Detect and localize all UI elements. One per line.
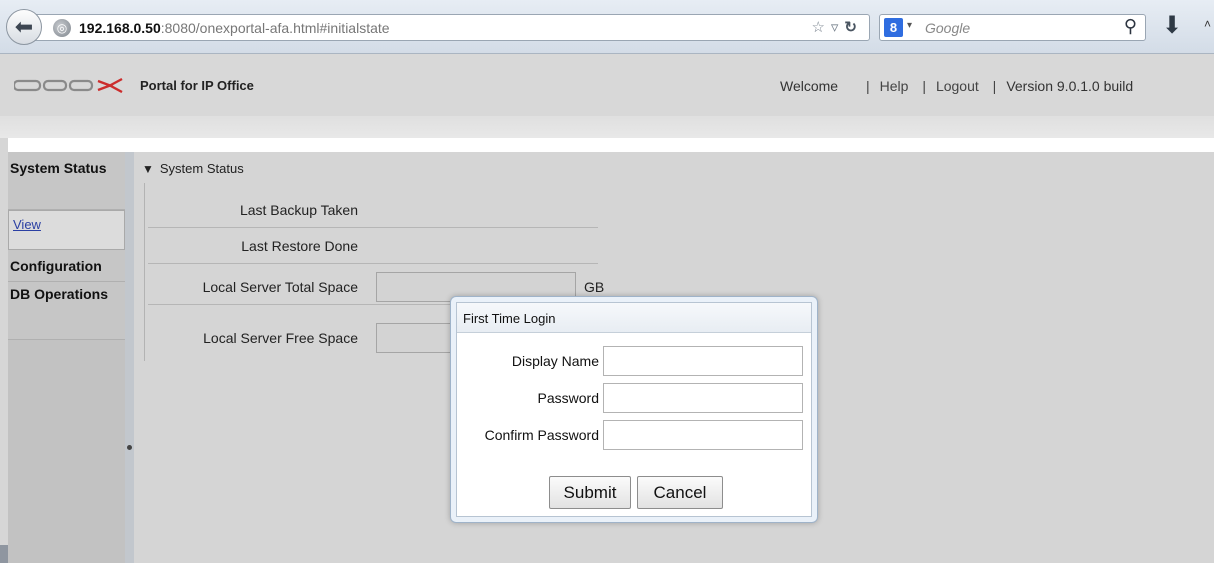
google-icon[interactable]: 8 [884,18,903,37]
window-edge [0,545,8,563]
back-button[interactable]: ⬅ [6,9,42,45]
display-name-label: Display Name [511,353,599,369]
onex-logo [12,76,134,94]
confirm-password-input[interactable] [603,420,803,450]
status-row: Last Backup Taken [148,192,598,228]
url-text[interactable]: 192.168.0.50:8080/onexportal-afa.html#in… [79,20,390,36]
separator: | [922,78,926,94]
search-bar[interactable]: 8 ▾ Google ⚲ [879,14,1146,41]
view-link[interactable]: View [13,217,41,232]
splitter-handle[interactable] [127,445,132,450]
help-link[interactable]: Help [880,78,909,94]
unit-label: GB [584,279,605,295]
app-header: Portal for IP Office Welcome | Help | Logo… [0,54,1214,138]
dialog-title: First Time Login [457,303,811,333]
section-title: System Status [159,161,244,176]
back-arrow-icon: ⬅ [14,14,34,39]
sidebar-item-db-operations[interactable]: DB Operations [8,282,125,340]
row-label: Last Restore Done [241,238,358,254]
separator: | [865,78,870,94]
password-input[interactable] [603,383,803,413]
dropdown-arrow-icon[interactable]: ▿ [831,19,845,36]
separator: | [992,78,997,94]
row-label: Local Server Total Space [202,279,358,295]
dialog-body: First Time Login Display Name Password C… [456,302,812,517]
download-icon[interactable]: ⬇ [1162,11,1182,40]
version-text: Version 9.0.1.0 build [1006,78,1134,94]
onex-logo-icon [12,77,123,94]
cancel-button[interactable]: Cancel [637,476,723,509]
password-row: Password [463,383,803,413]
section-header[interactable]: ▼ System Status [142,161,244,176]
url-actions: ☆▿↻ [811,18,863,36]
sidebar-item-system-status[interactable]: System Status [8,152,125,210]
reload-icon[interactable]: ↻ [844,19,863,36]
row-label: Local Server Free Space [203,330,358,346]
search-icon[interactable]: ⚲ [1124,16,1137,37]
browser-toolbar: ◎ 192.168.0.50:8080/onexportal-afa.html#… [0,0,1214,54]
confirm-password-row: Confirm Password [463,420,803,450]
welcome-text: Welcome [780,78,839,94]
sidebar-item-configuration[interactable]: Configuration [8,250,125,282]
left-edge [0,138,8,563]
logout-link[interactable]: Logout [936,78,979,94]
divider [148,263,598,264]
password-label: Password [537,390,599,406]
sidebar-subitem-view: View [8,210,125,250]
portal-title: Portal for IP Office [140,78,254,93]
chevron-down-icon[interactable]: ▾ [907,20,912,31]
row-label: Last Backup Taken [239,202,358,218]
bookmark-star-icon[interactable]: ☆ [811,19,830,36]
display-name-row: Display Name [463,346,803,376]
header-links: Welcome | Help | Logout | Version 9.0.1.0 b… [780,78,1143,94]
submit-button[interactable]: Submit [549,476,631,509]
first-time-login-dialog: First Time Login Display Name Password C… [450,296,818,523]
overflow-chevron-icon[interactable]: ˄ [1204,17,1211,31]
sidebar: System Status View Configuration DB Oper… [8,152,125,563]
collapse-triangle-icon[interactable]: ▼ [142,162,154,176]
address-bar[interactable]: ◎ 192.168.0.50:8080/onexportal-afa.html#… [30,14,870,41]
confirm-password-label: Confirm Password [484,427,599,443]
globe-icon: ◎ [53,19,71,37]
search-placeholder: Google [925,20,971,36]
display-name-input[interactable] [603,346,803,376]
status-row: Last Restore Done [148,228,598,264]
